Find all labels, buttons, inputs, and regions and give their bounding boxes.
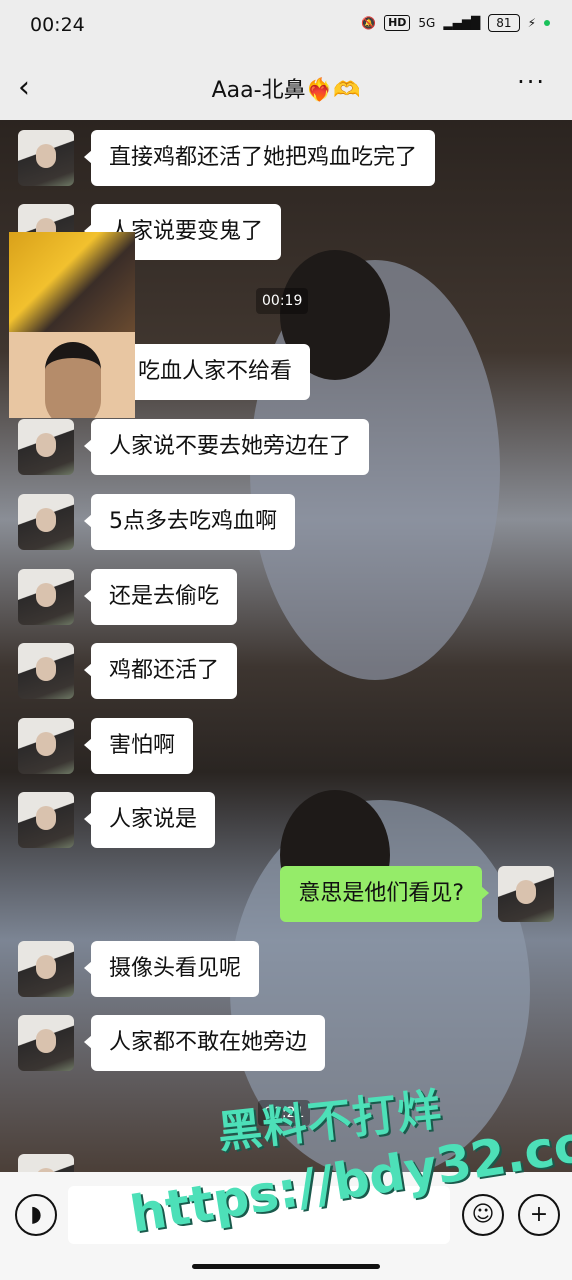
contact-avatar[interactable]: [18, 792, 74, 848]
message-row: 人家都不敢在她旁边: [0, 1011, 572, 1071]
message-bubble[interactable]: 吃血人家不给看: [112, 344, 311, 400]
overlay-photo-collage: [9, 232, 135, 418]
message-row: 还是去偷吃: [0, 565, 572, 625]
contact-avatar[interactable]: [18, 941, 74, 997]
message-bubble[interactable]: 人家说是: [83, 792, 216, 848]
contact-avatar[interactable]: [18, 494, 74, 550]
message-bubble[interactable]: 直接鸡都还活了她把鸡血吃完了: [83, 130, 436, 186]
message-bubble[interactable]: 摄像头看见呢: [83, 941, 260, 997]
contact-avatar[interactable]: [18, 569, 74, 625]
message-row: 人家说是: [0, 788, 572, 848]
message-row: 意思是他们看见?: [0, 862, 572, 922]
contact-avatar[interactable]: [18, 1154, 74, 1172]
message-bubble[interactable]: 害怕啊: [83, 718, 194, 774]
battery-level: 81: [488, 14, 520, 32]
message-bubble[interactable]: 人家都不敢在她旁边: [83, 1015, 326, 1071]
message-row: 害怕啊: [0, 714, 572, 774]
contact-avatar[interactable]: [18, 1015, 74, 1071]
network-label: 5G: [418, 16, 436, 30]
message-bubble[interactable]: 还是去偷吃: [83, 569, 238, 625]
signal-icon: ▂▄▆█: [443, 16, 481, 30]
message-row: 摄像头看见呢: [0, 937, 572, 997]
status-time: 00:24: [30, 14, 85, 36]
message-bubble[interactable]: 鸡都还活了: [83, 643, 238, 699]
cartoon-photo: [9, 232, 135, 332]
contact-avatar[interactable]: [18, 419, 74, 475]
message-bubble[interactable]: 人家说不要去她旁边在了: [83, 419, 370, 475]
contact-avatar[interactable]: [18, 643, 74, 699]
my-message-bubble[interactable]: 意思是他们看见?: [280, 866, 489, 922]
hd-badge: HD: [384, 15, 411, 31]
mute-icon: 🔕: [361, 16, 377, 30]
chat-title: Aaa-北鼻❤️‍🔥🫶: [211, 78, 361, 103]
charging-icon: ⚡: [527, 16, 536, 30]
contact-avatar[interactable]: [18, 130, 74, 186]
message-row: 5点多去吃鸡血啊: [0, 490, 572, 550]
emoji-icon[interactable]: ☺: [462, 1194, 504, 1236]
plus-icon[interactable]: +: [518, 1194, 560, 1236]
status-bar: 00:24 🔕 HD 5G ▂▄▆█ 81 ⚡: [0, 0, 572, 52]
message-bubble[interactable]: 5点多去吃鸡血啊: [84, 494, 295, 550]
message-row: 鸡都还活了: [0, 639, 572, 699]
status-icons: 🔕 HD 5G ▂▄▆█ 81 ⚡: [361, 14, 550, 32]
message-row: 直接鸡都还活了她把鸡血吃完了: [0, 126, 572, 186]
voice-icon[interactable]: ◗: [15, 1194, 57, 1236]
message-row: 人家说不要去她旁边在了: [0, 415, 572, 475]
contact-avatar[interactable]: [18, 718, 74, 774]
my-avatar[interactable]: [498, 866, 554, 922]
privacy-dot-icon: [544, 20, 550, 26]
selfie-face: [45, 342, 101, 418]
chat-header: ‹ Aaa-北鼻❤️‍🔥🫶 ···: [0, 52, 572, 120]
more-options-icon[interactable]: ···: [517, 68, 546, 96]
timestamp: 00:19: [256, 288, 309, 314]
home-indicator[interactable]: [192, 1264, 380, 1269]
